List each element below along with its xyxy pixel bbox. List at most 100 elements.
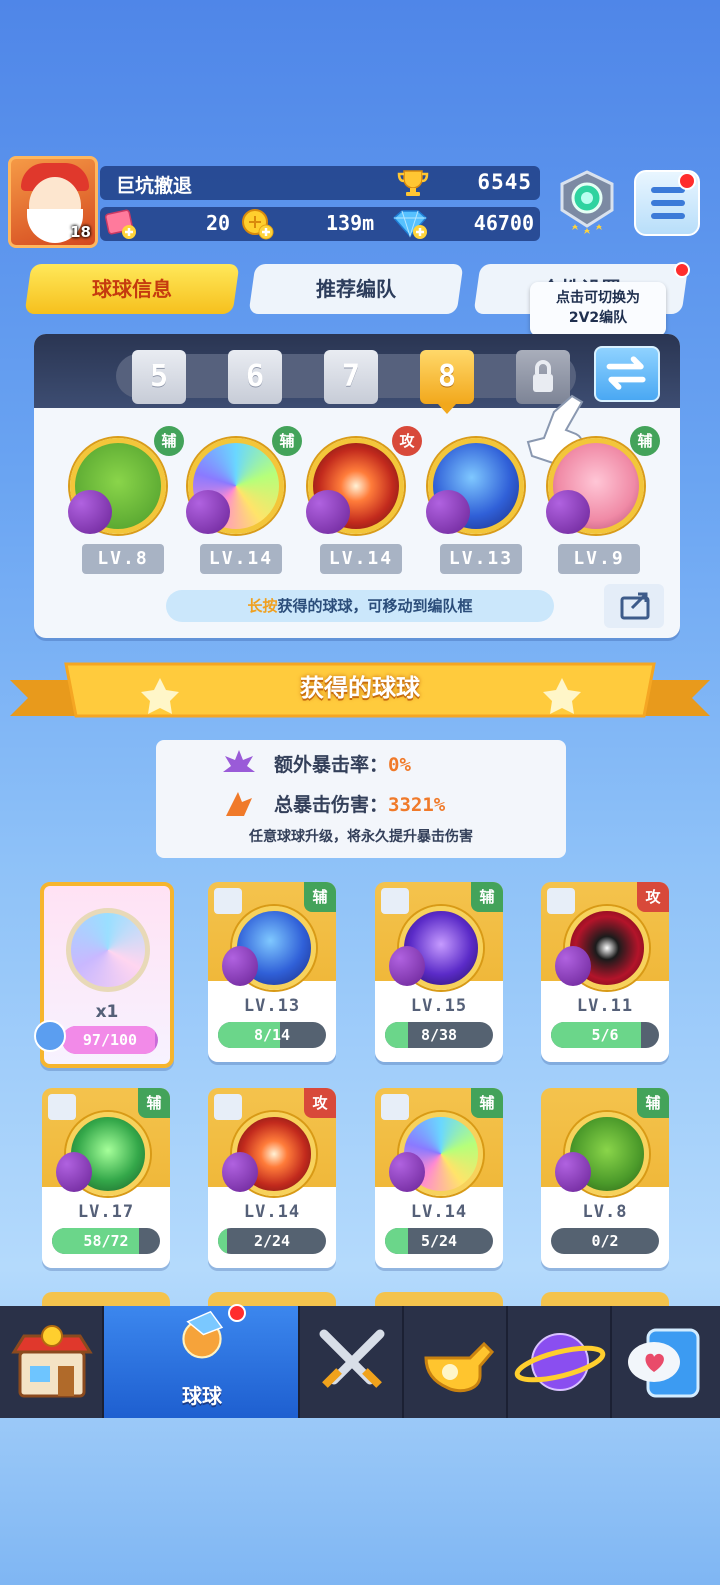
ball-card[interactable]: 攻 LV.11 5/6 bbox=[541, 882, 669, 1062]
pin-icon[interactable] bbox=[381, 1094, 409, 1120]
card-progress-bar: 0/2 bbox=[551, 1228, 659, 1254]
ticket-add-icon[interactable] bbox=[104, 208, 138, 240]
extra-crit-label: 额外暴击率： bbox=[274, 754, 389, 776]
share-button[interactable] bbox=[604, 584, 664, 628]
team-slot-2[interactable] bbox=[186, 438, 288, 538]
resource-bar: 20 139m 46700 bbox=[100, 207, 540, 241]
grape-decor-icon bbox=[389, 946, 425, 986]
grape-decor-icon bbox=[56, 1152, 92, 1192]
card-progress-bar: 2/24 bbox=[218, 1228, 326, 1254]
crit-note: 任意球球升级，将永久提升暴击伤害 bbox=[249, 829, 473, 845]
special-ball-card[interactable]: x1 97/100 bbox=[34, 882, 174, 1068]
share-icon bbox=[620, 592, 650, 620]
team-slot-1-level: LV.8 bbox=[82, 544, 164, 574]
ball-card-partial bbox=[375, 1292, 503, 1306]
ball-card-partial bbox=[208, 1292, 336, 1306]
card-progress-text: 2/24 bbox=[253, 1232, 291, 1250]
extra-crit-value: 0% bbox=[388, 754, 411, 776]
nav-balls-label: 球球 bbox=[182, 1384, 222, 1408]
pin-icon[interactable] bbox=[48, 1094, 76, 1120]
crit-rate-icon bbox=[223, 750, 255, 772]
tooltip-line: 点击可切换为 bbox=[556, 290, 640, 306]
gem-add-icon[interactable] bbox=[390, 208, 430, 240]
tab-notification-dot bbox=[674, 262, 690, 278]
pin-icon[interactable] bbox=[547, 888, 575, 914]
grape-decor-icon bbox=[426, 490, 470, 534]
nav-battle[interactable] bbox=[300, 1306, 404, 1418]
pin-icon[interactable] bbox=[381, 888, 409, 914]
menu-icon-line bbox=[651, 187, 685, 193]
card-level: LV.8 bbox=[582, 1202, 628, 1222]
special-count: x1 bbox=[95, 1002, 119, 1022]
switch-tooltip: 点击可切换为 2V2编队 bbox=[530, 282, 666, 336]
team-slot-4[interactable] bbox=[426, 438, 528, 538]
team-tab-6[interactable]: 6 bbox=[228, 350, 282, 404]
card-tag: 辅 bbox=[138, 1088, 170, 1118]
mystery-ball-icon bbox=[66, 908, 150, 992]
grape-decor-icon bbox=[306, 490, 350, 534]
team-slot-3[interactable] bbox=[306, 438, 408, 538]
grape-decor-icon bbox=[222, 946, 258, 986]
shop-icon bbox=[11, 1325, 93, 1398]
player-level: 18 bbox=[70, 223, 91, 241]
team-slot-3-level: LV.14 bbox=[320, 544, 402, 574]
player-name-bar: 巨坑撤退 6545 bbox=[100, 166, 540, 200]
grape-decor-icon bbox=[68, 490, 112, 534]
nav-social[interactable] bbox=[612, 1306, 720, 1418]
tab-ball-info[interactable]: 球球信息 bbox=[24, 264, 240, 314]
collection-title: 获得的球球 bbox=[300, 674, 420, 702]
menu-notification-dot bbox=[678, 172, 696, 190]
coin-add-icon[interactable] bbox=[240, 208, 274, 240]
card-level: LV.14 bbox=[410, 1202, 468, 1222]
ball-card[interactable]: 辅 LV.8 0/2 bbox=[541, 1088, 669, 1268]
balls-nav-icon bbox=[182, 1310, 224, 1359]
grape-decor-icon bbox=[389, 1152, 425, 1192]
card-progress-text: 58/72 bbox=[83, 1232, 129, 1250]
ball-card[interactable]: 辅 LV.17 58/72 bbox=[42, 1088, 170, 1268]
pin-icon[interactable] bbox=[214, 1094, 242, 1120]
whistle-icon bbox=[424, 1341, 495, 1393]
card-tag: 攻 bbox=[304, 1088, 336, 1118]
team-slot-5-level: LV.9 bbox=[558, 544, 640, 574]
chat-heart-icon bbox=[628, 1328, 700, 1398]
card-level: LV.17 bbox=[77, 1202, 135, 1222]
grape-decor-icon bbox=[555, 946, 591, 986]
card-progress-text: 8/38 bbox=[420, 1026, 458, 1044]
team-tab-8[interactable]: 8 bbox=[420, 350, 474, 404]
nav-planet[interactable] bbox=[508, 1306, 612, 1418]
ball-card[interactable]: 辅 LV.14 5/24 bbox=[375, 1088, 503, 1268]
crit-stats-panel: 额外暴击率：0% 总暴击伤害：3321% 任意球球升级，将永久提升暴击伤害 bbox=[156, 740, 566, 858]
planet-icon bbox=[514, 1333, 606, 1391]
tab-recommended-team[interactable]: 推荐编队 bbox=[248, 264, 464, 314]
menu-icon-line bbox=[651, 200, 685, 206]
coin-count: 139m bbox=[326, 211, 375, 235]
team-slot-5[interactable] bbox=[546, 438, 648, 538]
card-level: LV.14 bbox=[243, 1202, 301, 1222]
card-progress-bar: 8/14 bbox=[218, 1022, 326, 1048]
swap-arrows-icon bbox=[606, 356, 646, 390]
nav-whistle[interactable] bbox=[404, 1306, 508, 1418]
crit-damage-icon bbox=[226, 792, 252, 816]
ball-card[interactable]: 攻 LV.14 2/24 bbox=[208, 1088, 336, 1268]
card-progress-bar: 8/38 bbox=[385, 1022, 493, 1048]
card-tag: 辅 bbox=[471, 882, 503, 912]
tooltip-line: 2V2编队 bbox=[568, 310, 628, 326]
ball-card[interactable]: 辅 LV.13 8/14 bbox=[208, 882, 336, 1062]
card-progress-text: 8/14 bbox=[253, 1026, 291, 1044]
long-press-hint: 长按获得的球球，可移动到编队框 bbox=[166, 590, 554, 622]
nav-shop[interactable] bbox=[0, 1306, 104, 1418]
card-progress-bar: 5/24 bbox=[385, 1228, 493, 1254]
crossed-swords-icon bbox=[319, 1329, 385, 1388]
ball-card[interactable]: 辅 LV.15 8/38 bbox=[375, 882, 503, 1062]
switch-2v2-button[interactable] bbox=[594, 346, 660, 402]
team-slot-1[interactable] bbox=[68, 438, 170, 538]
card-tag: 辅 bbox=[637, 1088, 669, 1118]
card-progress-bar: 5/6 bbox=[551, 1022, 659, 1048]
pin-icon[interactable] bbox=[214, 888, 242, 914]
team-tab-5[interactable]: 5 bbox=[132, 350, 186, 404]
player-avatar[interactable]: 18 bbox=[8, 156, 98, 248]
special-progress-text: 97/100 bbox=[82, 1031, 138, 1049]
card-progress-text: 5/6 bbox=[591, 1026, 619, 1044]
team-tab-7[interactable]: 7 bbox=[324, 350, 378, 404]
rank-badge-icon[interactable] bbox=[552, 168, 622, 238]
